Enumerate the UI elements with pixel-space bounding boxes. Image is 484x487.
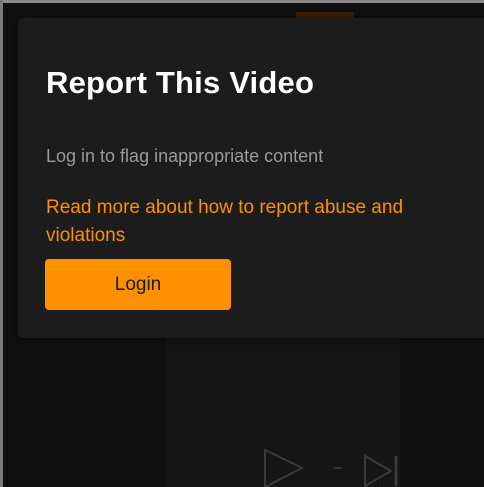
modal-title: Report This Video [46, 65, 315, 100]
player-controls [262, 446, 412, 487]
page-frame: Report This Video Log in to flag inappro… [0, 0, 484, 487]
modal-subtitle: Log in to flag inappropriate content [46, 146, 324, 166]
report-abuse-info-link[interactable]: Read more about how to report abuse and … [46, 194, 476, 250]
login-button[interactable]: Login [45, 259, 231, 310]
player-controls-graphic [264, 448, 398, 487]
play-icon[interactable] [264, 448, 305, 487]
skip-next-icon[interactable] [364, 454, 398, 487]
window-border-left [0, 0, 3, 487]
window-border-top [0, 0, 484, 3]
report-video-modal: Report This Video Log in to flag inappro… [18, 18, 484, 338]
separator-dot [334, 467, 342, 469]
